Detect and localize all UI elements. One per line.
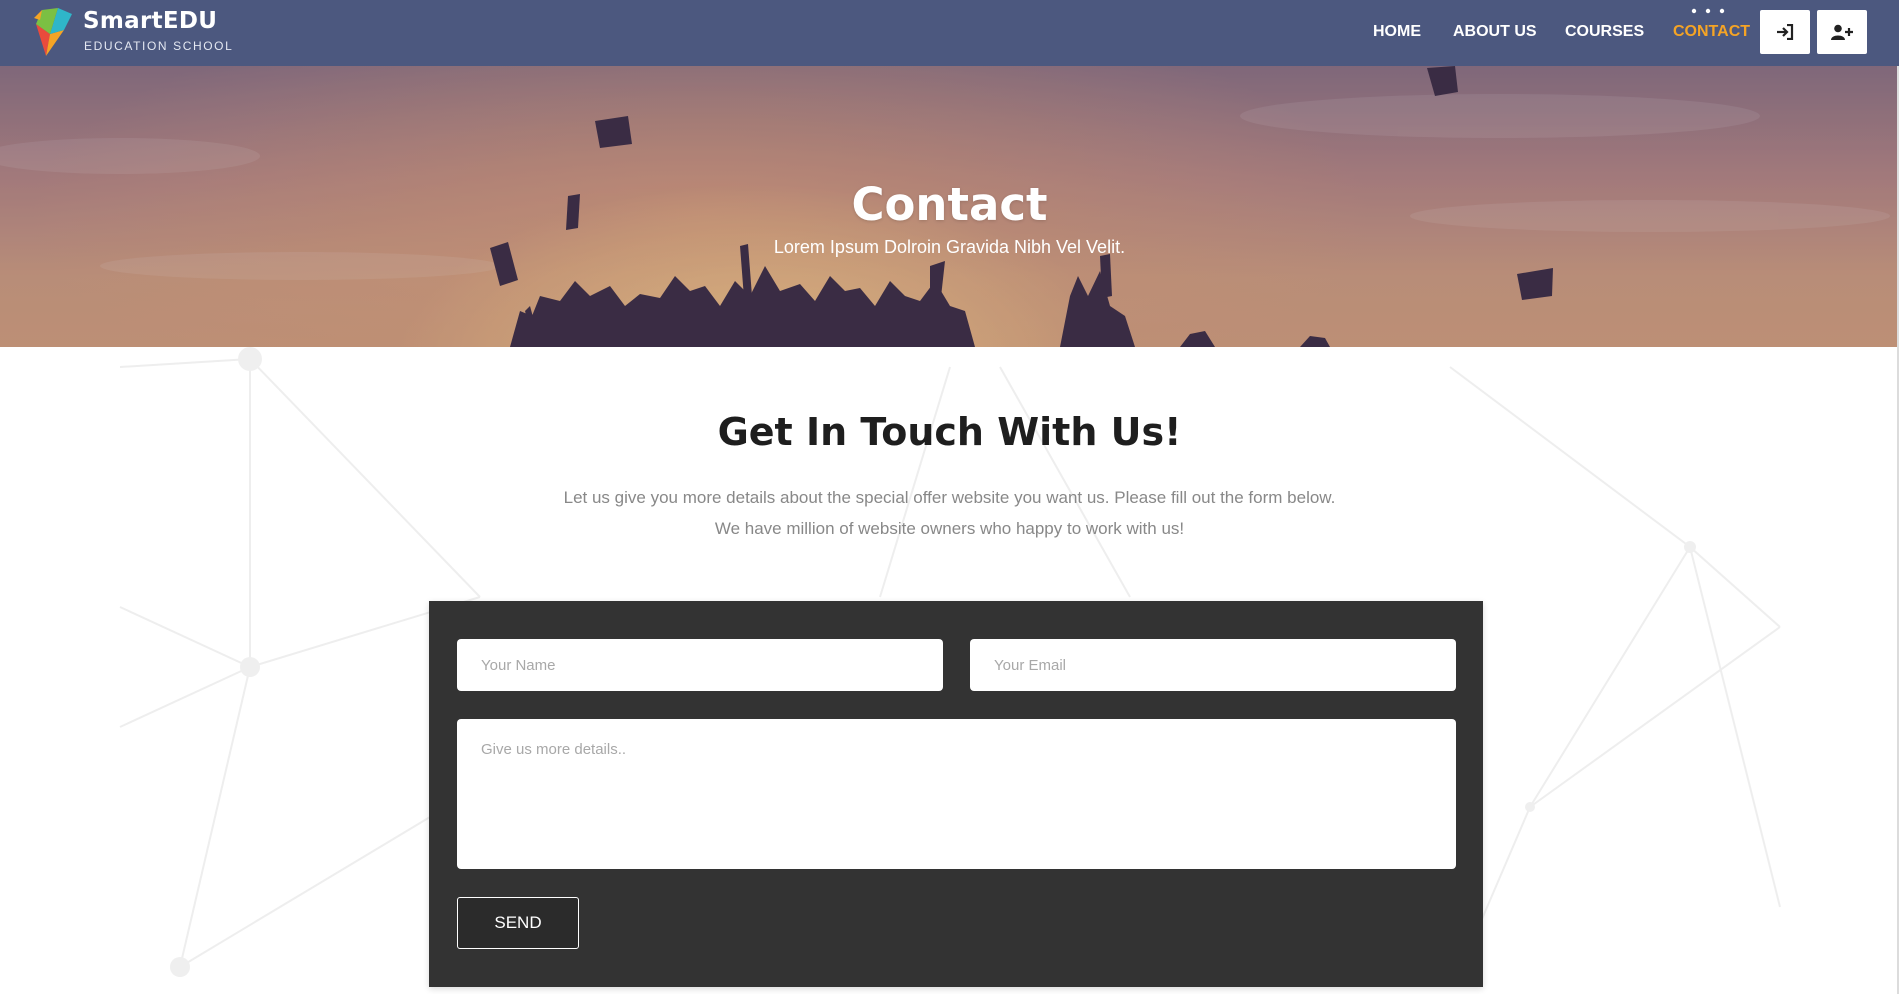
section-heading: Get In Touch With Us! <box>717 410 1182 454</box>
sign-in-icon <box>1777 24 1794 40</box>
nav-contact[interactable]: CONTACT <box>1673 23 1750 41</box>
name-field[interactable] <box>457 639 943 691</box>
brand-name[interactable]: SmartEDU <box>83 8 217 34</box>
send-button[interactable]: SEND <box>457 897 579 949</box>
brand-tagline: EDUCATION SCHOOL <box>84 39 234 53</box>
hero-banner: Contact Lorem Ipsum Dolroin Gravida Nibh… <box>0 66 1899 347</box>
user-plus-icon <box>1831 24 1853 40</box>
login-button[interactable] <box>1760 10 1810 54</box>
register-button[interactable] <box>1817 10 1867 54</box>
section-description-line-2: We have million of website owners who ha… <box>714 519 1185 538</box>
active-indicator-dots <box>1691 8 1725 14</box>
logo-icon[interactable] <box>28 4 78 60</box>
details-textarea[interactable] <box>457 719 1456 869</box>
top-navbar: SmartEDU EDUCATION SCHOOL HOME ABOUT US … <box>0 0 1899 66</box>
nav-courses[interactable]: COURSES <box>1565 23 1644 41</box>
nav-about-us[interactable]: ABOUT US <box>1453 23 1537 41</box>
page-subtitle: Lorem Ipsum Dolroin Gravida Nibh Vel Vel… <box>773 237 1126 257</box>
email-field[interactable] <box>970 639 1456 691</box>
section-description-line-1: Let us give you more details about the s… <box>563 488 1336 507</box>
contact-form: SEND <box>429 601 1483 987</box>
page-title: Contact <box>851 178 1048 231</box>
nav-home[interactable]: HOME <box>1373 23 1421 41</box>
